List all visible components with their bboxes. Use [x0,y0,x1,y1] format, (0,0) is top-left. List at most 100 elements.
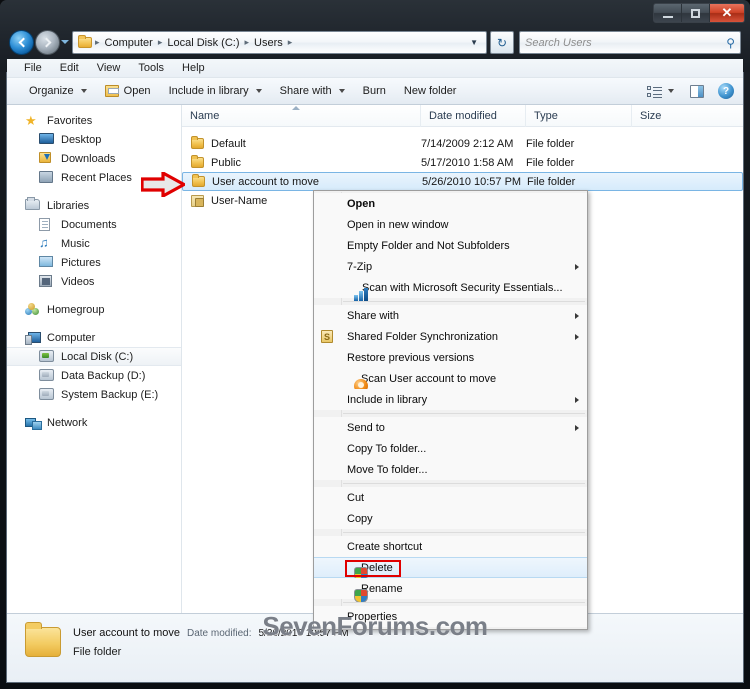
organize-button[interactable]: Organize [20,81,96,101]
sidebar-label: Documents [61,218,117,231]
sidebar-item-data-backup-d[interactable]: Data Backup (D:) [7,366,181,385]
menu-item-shared-folder-synchronization[interactable]: S Shared Folder Synchronization [314,326,587,347]
sidebar-item-favorites[interactable]: ★ Favorites [7,111,181,130]
nav-group-libraries: Libraries Documents ♫ Music Pictures Vid… [7,196,181,291]
sidebar-item-downloads[interactable]: Downloads [7,149,181,168]
change-view-icon[interactable] [647,85,662,98]
sidebar-item-homegroup[interactable]: Homegroup [7,300,181,319]
menu-item-7-zip[interactable]: 7-Zip [314,256,587,277]
menu-item-rename[interactable]: Rename [314,578,587,603]
organize-label: Organize [29,85,74,97]
sidebar-item-documents[interactable]: Documents [7,215,181,234]
column-header-name[interactable]: Name [182,105,421,127]
maximize-button[interactable] [682,4,710,22]
forward-button[interactable] [35,30,60,55]
chevron-down-icon[interactable] [668,89,674,93]
chevron-down-icon [255,89,262,93]
sidebar-item-system-backup-e[interactable]: System Backup (E:) [7,385,181,404]
sidebar-item-videos[interactable]: Videos [7,272,181,291]
toolbar-right-group: ? [647,83,743,99]
file-name-cell: User account to move [183,174,422,188]
menu-view[interactable]: View [89,60,129,76]
sidebar-item-network[interactable]: Network [7,413,181,432]
folder-icon [191,136,204,149]
close-icon: ✕ [721,5,733,20]
submenu-arrow-icon [575,333,579,340]
search-input[interactable]: Search Users ⚲ [519,31,741,54]
sidebar-item-pictures[interactable]: Pictures [7,253,181,272]
menu-item-move-to-folder[interactable]: Move To folder... [314,459,587,480]
address-bar[interactable]: ▸ Computer ▸ Local Disk (C:) ▸ Users ▸ ▼ [72,31,487,54]
menu-item-send-to[interactable]: Send to [314,417,587,438]
menu-item-empty-folder-and-not-subfolders[interactable]: Empty Folder and Not Subfolders [314,235,587,256]
breadcrumb-local-disk[interactable]: Local Disk (C:) [163,36,243,50]
sidebar-label: System Backup (E:) [61,388,159,401]
menu-bar: File Edit View Tools Help [7,59,743,78]
menu-item-open-in-new-window[interactable]: Open in new window [314,214,587,235]
menu-separator [343,483,585,484]
table-row[interactable]: Default 7/14/2009 2:12 AM File folder [182,134,743,153]
menu-item-cut[interactable]: Cut [314,487,587,508]
sidebar-item-libraries[interactable]: Libraries [7,196,181,215]
drive-icon [39,387,55,402]
menu-item-restore-previous-versions[interactable]: Restore previous versions [314,347,587,368]
menu-edit[interactable]: Edit [52,60,87,76]
burn-button[interactable]: Burn [354,81,395,101]
menu-item-share-with[interactable]: Share with [314,305,587,326]
recent-places-icon [39,170,55,185]
sidebar-label: Libraries [47,199,90,212]
share-with-button[interactable]: Share with [271,81,354,101]
sidebar-item-desktop[interactable]: Desktop [7,130,181,149]
minimize-button[interactable] [654,4,682,22]
command-toolbar: Organize Open Include in library Share w… [7,78,743,105]
desktop-icon [39,132,55,147]
library-icon [25,196,41,213]
chevron-down-icon [338,89,345,93]
sidebar-label: Recent Places [61,171,132,184]
close-button[interactable]: ✕ [710,4,744,22]
sidebar-label: Downloads [61,152,116,165]
sidebar-label: Videos [61,275,95,288]
refresh-icon: ↻ [496,35,508,50]
sidebar-item-local-disk-c[interactable]: Local Disk (C:) [7,347,181,366]
mse-icon [354,288,369,301]
help-icon[interactable]: ? [718,83,734,99]
refresh-button[interactable]: ↻ [490,31,514,54]
menu-item-create-shortcut[interactable]: Create shortcut [314,536,587,557]
sidebar-item-computer[interactable]: Computer [7,328,181,347]
sidebar-label: Pictures [61,256,101,269]
menu-item-scan-with-mse[interactable]: Scan with Microsoft Security Essentials.… [314,277,587,301]
column-header-date[interactable]: Date modified [421,105,526,127]
menu-item-copy[interactable]: Copy [314,508,587,529]
menu-tools[interactable]: Tools [130,60,172,76]
menu-item-open[interactable]: Open [314,193,587,214]
table-row-selected[interactable]: User account to move 5/26/2010 10:57 PM … [182,172,743,191]
search-icon: ⚲ [726,35,735,50]
menu-help[interactable]: Help [174,60,213,76]
menu-item-scan-user-account-to-move[interactable]: Scan User account to move [314,368,587,393]
new-folder-button[interactable]: New folder [395,81,466,101]
column-header-size[interactable]: Size [632,105,712,127]
open-button[interactable]: Open [96,81,160,101]
nav-group-network: Network [7,413,181,432]
menu-item-delete[interactable]: Delete [314,557,587,581]
breadcrumb-computer[interactable]: Computer [101,36,157,50]
back-button[interactable] [9,30,34,55]
chevron-down-icon[interactable]: ▼ [464,38,484,47]
submenu-arrow-icon [575,263,579,270]
menu-item-copy-to-folder[interactable]: Copy To folder... [314,438,587,459]
breadcrumb-users[interactable]: Users [250,36,287,50]
preview-pane-icon[interactable] [690,84,704,98]
picture-icon [39,255,55,270]
column-header-type[interactable]: Type [526,105,632,127]
music-icon: ♫ [39,234,49,250]
menu-file[interactable]: File [16,60,50,76]
recent-pages-dropdown-icon[interactable] [61,40,69,44]
sidebar-item-music[interactable]: ♫ Music [7,234,181,253]
include-in-library-button[interactable]: Include in library [160,81,271,101]
menu-item-include-in-library[interactable]: Include in library [314,389,587,410]
submenu-arrow-icon [575,396,579,403]
table-row[interactable]: Public 5/17/2010 1:58 AM File folder [182,153,743,172]
sidebar-label: Homegroup [47,303,105,316]
network-icon [25,416,42,430]
